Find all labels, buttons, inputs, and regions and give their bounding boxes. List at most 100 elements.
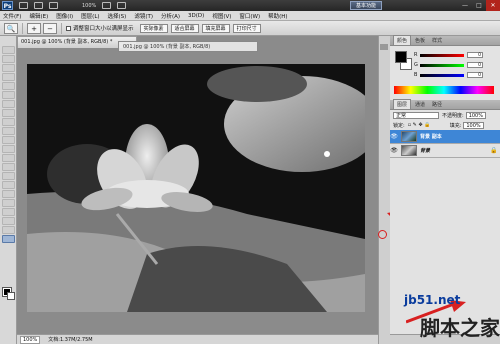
photoshop-logo: Ps bbox=[2, 1, 13, 10]
slider-b-track[interactable] bbox=[420, 73, 464, 77]
gradient-tool-icon[interactable] bbox=[2, 145, 15, 153]
menu-select[interactable]: 选择(S) bbox=[108, 12, 127, 20]
healing-brush-tool-icon[interactable] bbox=[2, 100, 15, 108]
color-panel-tabs: 颜色 色板 样式 bbox=[390, 35, 500, 46]
panel-dock-strip[interactable] bbox=[378, 36, 390, 344]
maximize-button[interactable]: □ bbox=[472, 0, 486, 11]
color-spectrum-bar[interactable] bbox=[394, 86, 494, 94]
options-divider bbox=[61, 22, 62, 34]
status-zoom[interactable]: 100% bbox=[20, 335, 41, 344]
minimize-button[interactable]: — bbox=[458, 0, 472, 11]
resize-windows-checkbox[interactable] bbox=[66, 25, 71, 31]
visibility-eye-icon[interactable]: 👁 bbox=[390, 133, 398, 140]
print-size-button[interactable]: 打印尺寸 bbox=[232, 23, 261, 33]
layer-background-copy[interactable]: 👁 背景 副本 bbox=[390, 130, 500, 144]
opacity-field[interactable]: 100% bbox=[465, 111, 486, 119]
hand-tool-icon[interactable] bbox=[2, 226, 15, 234]
blur-tool-icon[interactable] bbox=[2, 154, 15, 162]
menu-window[interactable]: 窗口(W) bbox=[239, 12, 260, 20]
path-select-tool-icon[interactable] bbox=[2, 190, 15, 198]
resize-windows-label: 调整窗口大小以满屏显示 bbox=[73, 26, 134, 32]
visibility-eye-icon[interactable]: 👁 bbox=[390, 147, 398, 154]
slider-r-value[interactable]: 0 bbox=[467, 52, 483, 58]
eraser-tool-icon[interactable] bbox=[2, 136, 15, 144]
crop-tool-icon[interactable] bbox=[2, 82, 15, 90]
marquee-tool-icon[interactable] bbox=[2, 55, 15, 63]
layer-background[interactable]: 👁 背景 🔒 bbox=[390, 144, 500, 158]
tab-styles[interactable]: 样式 bbox=[429, 36, 445, 45]
floating-document-title[interactable]: 001.jpg @ 100% (背景 副本, RGB/8) bbox=[118, 41, 258, 52]
slider-r[interactable]: R 0 bbox=[414, 52, 483, 58]
layer-thumbnail bbox=[401, 131, 417, 142]
menu-bar: 文件(F) 编辑(E) 图像(I) 图层(L) 选择(S) 滤镜(T) 分析(A… bbox=[0, 11, 500, 21]
close-button[interactable]: ✕ bbox=[486, 0, 500, 11]
slider-b[interactable]: B 0 bbox=[414, 72, 483, 78]
status-doc-info: 文档:1.37M/2.75M bbox=[48, 337, 93, 343]
lock-icons[interactable]: ▫ ✎ ✥ 🔒 bbox=[408, 122, 438, 128]
tab-color[interactable]: 颜色 bbox=[393, 35, 412, 45]
zoom-tool-icon[interactable] bbox=[2, 235, 15, 243]
clone-stamp-tool-icon[interactable] bbox=[2, 118, 15, 126]
tab-swatches[interactable]: 色板 bbox=[412, 36, 428, 45]
opacity-label: 不透明度: bbox=[442, 112, 464, 119]
workspace-button[interactable]: 基本功能 bbox=[350, 1, 382, 10]
slider-b-value[interactable]: 0 bbox=[467, 72, 483, 78]
menu-filter[interactable]: 滤镜(T) bbox=[134, 12, 153, 20]
menu-layer[interactable]: 图层(L) bbox=[81, 12, 99, 20]
zoom-tool-preset-icon[interactable]: 🔍 bbox=[4, 22, 18, 34]
3d-orbit-tool-icon[interactable] bbox=[2, 217, 15, 225]
hand-icon[interactable] bbox=[49, 2, 58, 9]
type-tool-icon[interactable] bbox=[2, 181, 15, 189]
menu-view[interactable]: 视图(V) bbox=[212, 12, 231, 20]
slider-g-value[interactable]: 0 bbox=[467, 62, 483, 68]
annotation-circle bbox=[378, 230, 387, 239]
zoom-out-icon[interactable]: − bbox=[43, 22, 57, 34]
slider-r-track[interactable] bbox=[420, 53, 464, 57]
tab-channels[interactable]: 通道 bbox=[412, 100, 428, 109]
brush-tool-icon[interactable] bbox=[2, 109, 15, 117]
lasso-tool-icon[interactable] bbox=[2, 64, 15, 72]
foreground-color-chip[interactable] bbox=[395, 51, 407, 63]
mini-bridge-icon[interactable] bbox=[34, 2, 43, 9]
fill-field[interactable]: 100% bbox=[463, 121, 484, 129]
menu-edit[interactable]: 编辑(E) bbox=[29, 12, 48, 20]
options-divider bbox=[22, 22, 23, 34]
3d-rotate-tool-icon[interactable] bbox=[2, 208, 15, 216]
zoom-level-readout[interactable]: 100% bbox=[82, 3, 96, 9]
image-canvas[interactable] bbox=[27, 64, 365, 312]
menu-file[interactable]: 文件(F) bbox=[3, 12, 21, 20]
layer-name: 背景 副本 bbox=[420, 134, 442, 140]
lock-icon: 🔒 bbox=[490, 147, 498, 154]
slider-g[interactable]: G 0 bbox=[414, 62, 483, 68]
bridge-icon[interactable] bbox=[19, 2, 28, 9]
fit-screen-button[interactable]: 适合屏幕 bbox=[170, 23, 199, 33]
menu-3d[interactable]: 3D(D) bbox=[188, 13, 204, 19]
color-panel: R 0 G 0 B 0 bbox=[390, 46, 500, 100]
lotus-photo bbox=[27, 64, 365, 312]
move-tool-icon[interactable] bbox=[2, 46, 15, 54]
history-brush-tool-icon[interactable] bbox=[2, 127, 15, 135]
screen-mode-icon[interactable] bbox=[117, 2, 127, 9]
status-bar: 100% 文档:1.37M/2.75M bbox=[17, 334, 380, 344]
actual-pixels-button[interactable]: 实际像素 bbox=[139, 23, 168, 33]
pen-tool-icon[interactable] bbox=[2, 172, 15, 180]
watermark-site: jb51.net bbox=[404, 293, 461, 307]
arrange-documents-icon[interactable] bbox=[102, 2, 112, 9]
fill-screen-button[interactable]: 填充屏幕 bbox=[201, 23, 230, 33]
quick-select-tool-icon[interactable] bbox=[2, 73, 15, 81]
dodge-tool-icon[interactable] bbox=[2, 163, 15, 171]
menu-analysis[interactable]: 分析(A) bbox=[161, 12, 180, 20]
background-color-swatch[interactable] bbox=[7, 292, 15, 300]
menu-help[interactable]: 帮助(H) bbox=[268, 12, 287, 20]
toolbox bbox=[0, 36, 17, 344]
collapse-panels-icon[interactable] bbox=[380, 44, 388, 50]
tab-layers[interactable]: 图层 bbox=[393, 99, 412, 109]
lock-row: 锁定: ▫ ✎ ✥ 🔒 填充: 100% bbox=[390, 120, 500, 130]
blend-mode-select[interactable]: 正常 bbox=[393, 111, 439, 119]
slider-g-track[interactable] bbox=[420, 63, 464, 67]
shape-tool-icon[interactable] bbox=[2, 199, 15, 207]
tab-paths[interactable]: 路径 bbox=[429, 100, 445, 109]
eyedropper-tool-icon[interactable] bbox=[2, 91, 15, 99]
menu-image[interactable]: 图像(I) bbox=[56, 12, 73, 20]
zoom-in-icon[interactable]: + bbox=[27, 22, 41, 34]
